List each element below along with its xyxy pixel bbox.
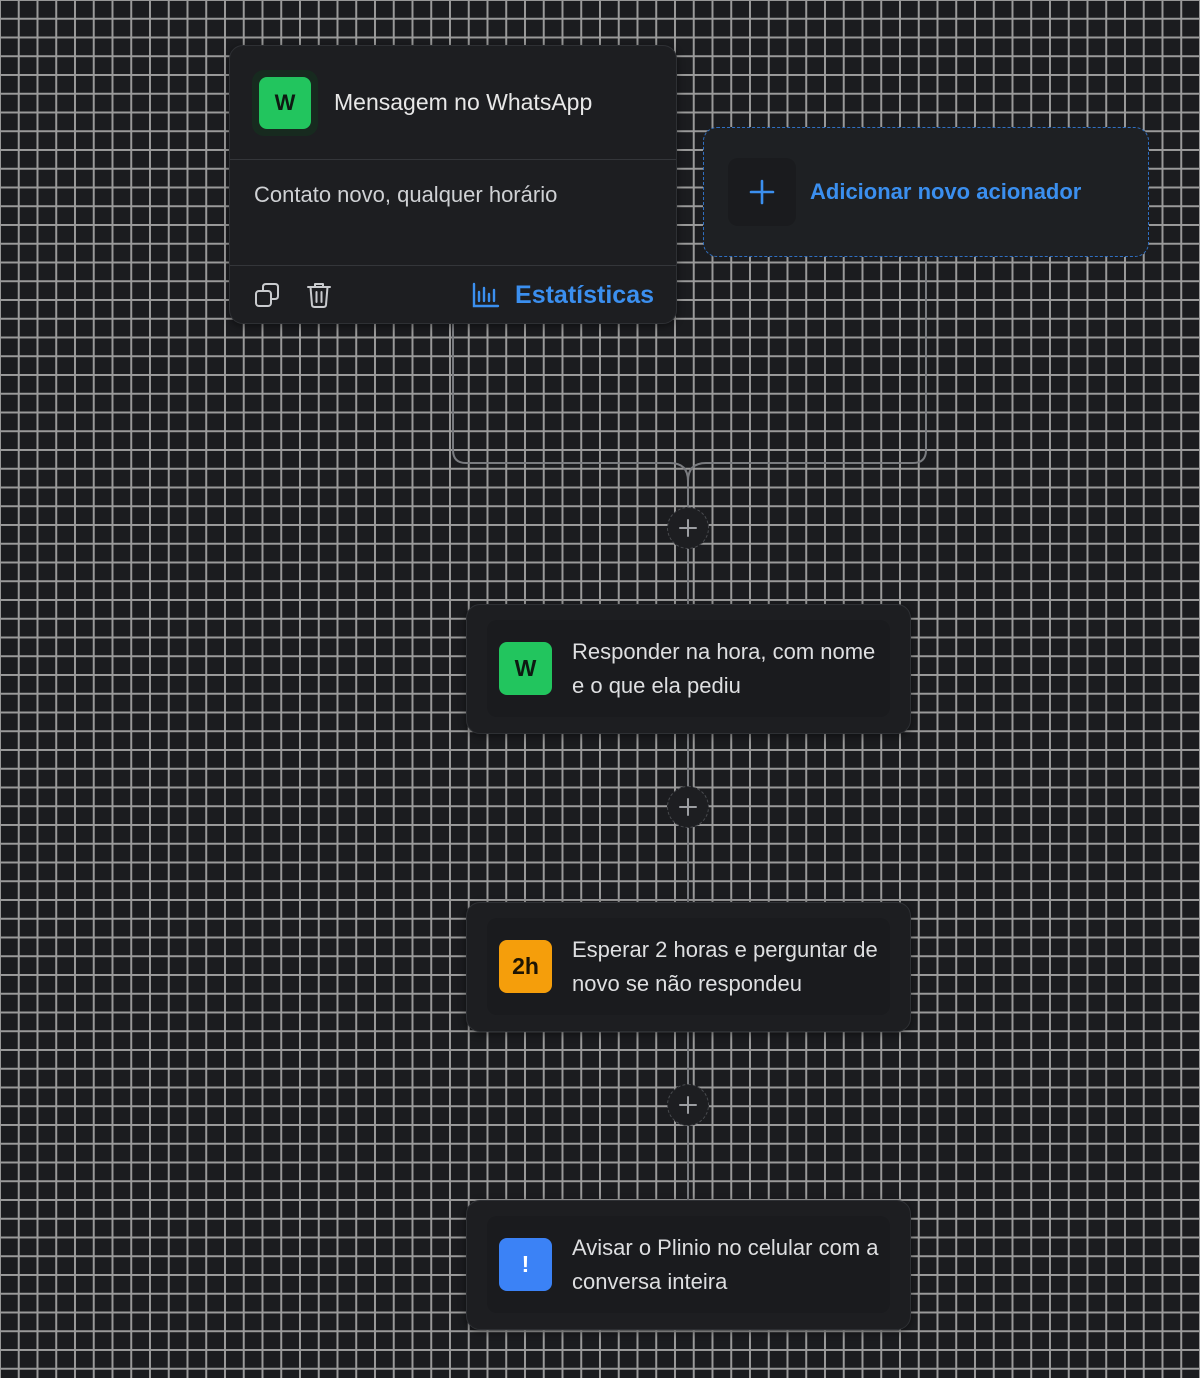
trash-icon[interactable] — [304, 280, 334, 310]
add-step-button[interactable] — [667, 1084, 709, 1126]
step-label: Responder na hora, com nome e o que ela … — [572, 638, 876, 698]
add-trigger-button[interactable]: Adicionar novo acionador — [703, 127, 1149, 257]
timer-icon: 2h — [499, 940, 552, 993]
step-label: Esperar 2 horas e perguntar de novo se n… — [572, 936, 878, 996]
trigger-card[interactable]: W Mensagem no WhatsApp Contato novo, qua… — [229, 45, 677, 324]
plus-icon — [679, 798, 697, 816]
plus-icon — [728, 158, 796, 226]
plus-icon — [679, 1096, 697, 1114]
step-content: W Responder na hora, com nome e o que el… — [487, 620, 890, 717]
trigger-title: Mensagem no WhatsApp — [334, 89, 593, 115]
connector-trigger — [452, 324, 689, 507]
whatsapp-icon: W — [259, 76, 311, 129]
step-content: 2h Esperar 2 horas e perguntar de novo s… — [487, 918, 890, 1015]
add-trigger-label: Adicionar novo acionador — [810, 179, 1082, 204]
statistics-button[interactable]: Estatísticas — [471, 280, 654, 310]
step-card-respond[interactable]: W Responder na hora, com nome e o que el… — [466, 604, 911, 734]
bar-chart-icon — [471, 280, 501, 310]
plus-icon — [679, 519, 697, 537]
step-content: ! Avisar o Plinio no celular com a conve… — [487, 1216, 890, 1313]
add-step-button[interactable] — [667, 786, 709, 828]
whatsapp-icon: W — [499, 642, 552, 695]
add-step-button[interactable] — [667, 507, 709, 549]
whatsapp-icon-wrapper: W — [252, 69, 318, 136]
trigger-description: Contato novo, qualquer horário — [230, 160, 676, 266]
trigger-footer: Estatísticas — [230, 266, 676, 324]
step-card-notify[interactable]: ! Avisar o Plinio no celular com a conve… — [466, 1200, 911, 1330]
step-card-wait[interactable]: 2h Esperar 2 horas e perguntar de novo s… — [466, 902, 911, 1032]
alert-icon: ! — [499, 1238, 552, 1291]
duplicate-icon[interactable] — [252, 280, 282, 310]
step-label: Avisar o Plinio no celular com a convers… — [572, 1234, 879, 1294]
connector-add-trigger — [687, 257, 927, 482]
trigger-header: W Mensagem no WhatsApp — [230, 46, 676, 160]
statistics-label: Estatísticas — [515, 280, 654, 309]
